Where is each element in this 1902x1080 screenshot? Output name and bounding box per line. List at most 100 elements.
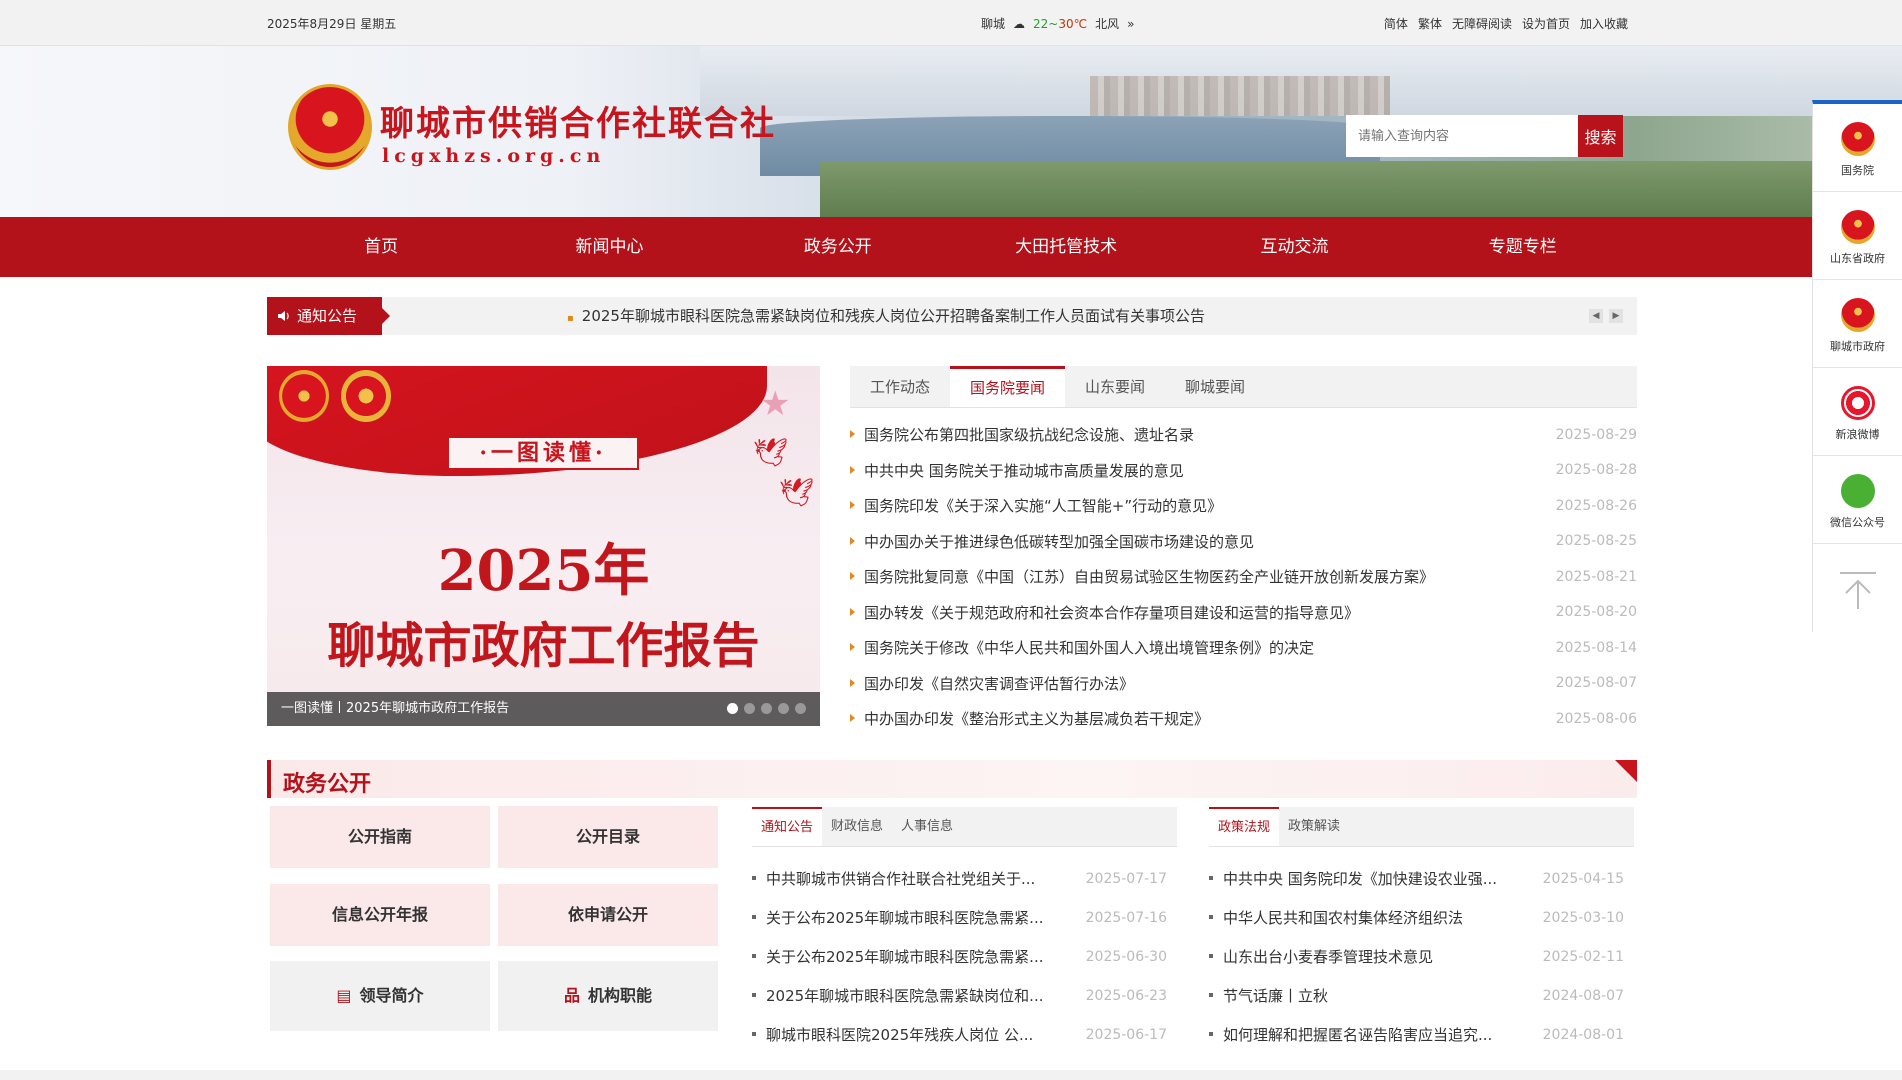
apply-disclosure-button[interactable]: 依申请公开 <box>498 884 718 946</box>
list-item[interactable]: 国务院批复同意《中国（江苏）自由贸易试验区生物医药全产业链开放创新发展方案》 20… <box>850 559 1637 595</box>
tab-state-council[interactable]: 国务院要闻 <box>950 366 1066 407</box>
list-item[interactable]: 中办国办印发《整治形式主义为基层减负若干规定》 2025-08-06 <box>850 701 1637 737</box>
list-item[interactable]: 国务院印发《关于深入实施“人工智能+”行动的意见》 2025-08-26 <box>850 488 1637 524</box>
news-panel: 工作动态 国务院要闻 山东要闻 聊城要闻 国务院公布第四批国家级抗战纪念设施、遗… <box>850 366 1637 728</box>
emblem-icon <box>1840 298 1875 332</box>
nav-field-custody[interactable]: 大田托管技术 <box>952 217 1180 277</box>
slide-dot-4[interactable] <box>778 703 789 714</box>
nav-news-center[interactable]: 新闻中心 <box>495 217 723 277</box>
tab-work-updates[interactable]: 工作动态 <box>850 366 950 407</box>
list-item[interactable]: 中共中央 国务院关于推动城市高质量发展的意见 2025-08-28 <box>850 453 1637 489</box>
floating-sidebar: 国务院 山东省政府 聊城市政府 新浪微博 微信公众号 <box>1812 100 1902 632</box>
slide-title: 聊城市政府工作报告 <box>327 618 760 674</box>
top-bar: 2025年8月29日 星期五 聊城 ☁ 22~30℃ 北风 » 简体 繁体 无障… <box>0 0 1902 46</box>
tab-personnel[interactable]: 人事信息 <box>892 807 962 846</box>
weather-cloud-icon: ☁ <box>1013 16 1026 31</box>
list-item[interactable]: 节气话廉丨立秋 2024-08-07 <box>1209 976 1634 1015</box>
list-item[interactable]: 国办转发《关于规范政府和社会资本合作存量项目建设和运营的指导意见》 2025-08… <box>850 595 1637 631</box>
party-emblem-icon <box>279 370 329 422</box>
tab-finance[interactable]: 财政信息 <box>822 807 892 846</box>
slide-dot-1[interactable] <box>727 703 738 714</box>
list-item[interactable]: 中共聊城市供销合作社联合社党组关于... 2025-07-17 <box>752 859 1177 898</box>
list-item[interactable]: 中共中央 国务院印发《加快建设农业强... 2025-04-15 <box>1209 859 1634 898</box>
tab-policies[interactable]: 政策法规 <box>1209 807 1280 846</box>
notice-box-tabs: 通知公告 财政信息 人事信息 <box>752 807 1177 847</box>
nav-gov-affairs[interactable]: 政务公开 <box>724 217 952 277</box>
list-item[interactable]: 中办国办关于推进绿色低碳转型加强全国碳市场建设的意见 2025-08-25 <box>850 524 1637 560</box>
nav-interaction[interactable]: 互动交流 <box>1180 217 1408 277</box>
news-tabs: 工作动态 国务院要闻 山东要闻 聊城要闻 <box>850 366 1637 408</box>
image-slider[interactable]: ★ 🕊 🕊 ·一图读懂· 2025年 聊城市政府工作报告 一图读懂丨2025年聊… <box>267 366 820 726</box>
banner-city-skyline <box>1090 76 1390 116</box>
tab-shandong-news[interactable]: 山东要闻 <box>1065 366 1165 407</box>
notice-next-icon[interactable]: ▶ <box>1609 309 1623 323</box>
main-nav: 首页 新闻中心 政务公开 大田托管技术 互动交流 专题专栏 <box>0 217 1902 277</box>
slide-tag: ·一图读懂· <box>447 436 639 470</box>
tab-liaocheng-news[interactable]: 聊城要闻 <box>1165 366 1265 407</box>
corner-decoration <box>1615 760 1637 782</box>
notice-bar: 通知公告 2025年聊城市眼科医院急需紧缺岗位和残疾人岗位公开招聘备案制工作人员… <box>267 297 1637 335</box>
list-item[interactable]: 山东出台小麦春季管理技术意见 2025-02-11 <box>1209 937 1634 976</box>
notice-box-list: 中共聊城市供销合作社联合社党组关于... 2025-07-17 关于公布2025年… <box>752 847 1177 1054</box>
notice-arrows: ◀ ▶ <box>1589 309 1623 323</box>
banner-park <box>820 161 1902 217</box>
weather-more-icon[interactable]: » <box>1127 17 1134 31</box>
disclosure-catalog-button[interactable]: 公开目录 <box>498 806 718 868</box>
disclosure-guide-button[interactable]: 公开指南 <box>270 806 490 868</box>
notice-label: 通知公告 <box>267 297 390 335</box>
policy-box: 政策法规 政策解读 中共中央 国务院印发《加快建设农业强... 2025-04-1… <box>1209 807 1634 1054</box>
dove-icon-2: 🕊 <box>779 476 815 509</box>
cppcc-emblem-icon <box>341 370 391 422</box>
weather-city: 聊城 <box>981 17 1006 31</box>
notice-box: 通知公告 财政信息 人事信息 中共聊城市供销合作社联合社党组关于... 2025-… <box>752 807 1177 1054</box>
list-item[interactable]: 聊城市眼科医院2025年残疾人岗位 公... 2025-06-17 <box>752 1015 1177 1054</box>
annual-report-button[interactable]: 信息公开年报 <box>270 884 490 946</box>
slide-dot-3[interactable] <box>761 703 772 714</box>
search-button[interactable]: 搜索 <box>1578 115 1623 157</box>
list-item[interactable]: 国务院公布第四批国家级抗战纪念设施、遗址名录 2025-08-29 <box>850 417 1637 453</box>
weather-temperature: 22~30℃ <box>1033 16 1088 31</box>
list-item[interactable]: 关于公布2025年聊城市眼科医院急需紧... 2025-07-16 <box>752 898 1177 937</box>
leader-intro-button[interactable]: ▤ 领导简介 <box>270 961 490 1031</box>
current-date: 2025年8月29日 星期五 <box>267 17 397 31</box>
link-simplified[interactable]: 简体 <box>1384 15 1408 32</box>
back-to-top-button[interactable] <box>1813 544 1902 634</box>
slide-year: 2025年 <box>437 538 650 604</box>
nav-special-topics[interactable]: 专题专栏 <box>1409 217 1637 277</box>
sidebar-item-weibo[interactable]: 新浪微博 <box>1813 368 1902 456</box>
sidebar-item-wechat[interactable]: 微信公众号 <box>1813 456 1902 544</box>
notice-message[interactable]: 2025年聊城市眼科医院急需紧缺岗位和残疾人岗位公开招聘备案制工作人员面试有关事… <box>567 297 1205 338</box>
list-item[interactable]: 如何理解和把握匿名诬告陷害应当追究... 2024-08-01 <box>1209 1015 1634 1054</box>
list-item[interactable]: 国办印发《自然灾害调查评估暂行办法》 2025-08-07 <box>850 666 1637 702</box>
link-accessibility[interactable]: 无障碍阅读 <box>1452 15 1512 32</box>
search-input[interactable] <box>1346 115 1578 157</box>
top-links: 简体 繁体 无障碍阅读 设为首页 加入收藏 <box>1384 15 1628 32</box>
link-set-homepage[interactable]: 设为首页 <box>1522 15 1570 32</box>
link-add-favorite[interactable]: 加入收藏 <box>1580 15 1628 32</box>
arrow-up-icon <box>1839 572 1876 609</box>
sidebar-item-liaocheng-gov[interactable]: 聊城市政府 <box>1813 280 1902 368</box>
star-icon: ★ <box>760 384 791 424</box>
weather-widget: 聊城 ☁ 22~30℃ 北风 » <box>981 15 1134 32</box>
list-item[interactable]: 中华人民共和国农村集体经济组织法 2025-03-10 <box>1209 898 1634 937</box>
gov-affairs-header: 政务公开 <box>267 760 1637 798</box>
link-traditional[interactable]: 繁体 <box>1418 15 1442 32</box>
list-item[interactable]: 2025年聊城市眼科医院急需紧缺岗位和... 2025-06-23 <box>752 976 1177 1015</box>
list-item[interactable]: 关于公布2025年聊城市眼科医院急需紧... 2025-06-30 <box>752 937 1177 976</box>
org-chart-icon: 品 <box>563 986 580 1005</box>
sidebar-item-state-council[interactable]: 国务院 <box>1813 104 1902 192</box>
tab-policy-interpretation[interactable]: 政策解读 <box>1279 807 1349 846</box>
national-emblem-logo <box>288 84 372 170</box>
gov-affairs-heading: 政务公开 <box>283 772 372 797</box>
org-functions-button[interactable]: 品机构职能 <box>498 961 718 1031</box>
tab-notices[interactable]: 通知公告 <box>752 807 823 846</box>
slide-dot-2[interactable] <box>744 703 755 714</box>
sidebar-item-shandong-gov[interactable]: 山东省政府 <box>1813 192 1902 280</box>
slide-dot-5[interactable] <box>795 703 806 714</box>
nav-home[interactable]: 首页 <box>267 217 495 277</box>
weibo-icon <box>1840 386 1875 420</box>
site-domain: lcgxhzs.org.cn <box>382 145 606 167</box>
notice-prev-icon[interactable]: ◀ <box>1589 309 1603 323</box>
dove-icon: 🕊 <box>753 436 789 469</box>
list-item[interactable]: 国务院关于修改《中华人民共和国外国人入境出境管理条例》的决定 2025-08-14 <box>850 630 1637 666</box>
